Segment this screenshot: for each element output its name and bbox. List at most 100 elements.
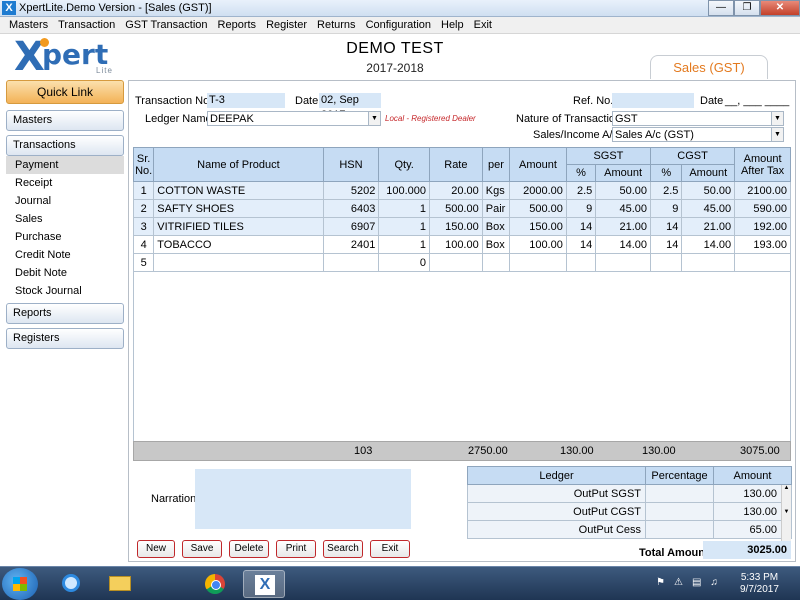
sidebar-masters-label: Masters (13, 114, 53, 126)
col-sgst-amt: Amount (595, 164, 651, 182)
table-row[interactable]: OutPut Cess 65.00 (467, 520, 792, 539)
exit-button[interactable]: Exit (370, 540, 410, 558)
menu-configuration[interactable]: Configuration (361, 19, 436, 31)
cell-rate[interactable]: 20.00 (429, 181, 483, 200)
cell-percentage[interactable] (645, 484, 714, 503)
app-icon: X (2, 1, 16, 15)
sidebar-masters[interactable]: Masters (6, 110, 124, 131)
close-button[interactable]: ✕ (760, 0, 800, 16)
total-after-tax: 3075.00 (740, 445, 780, 457)
cell-cgst-pct: 14 (649, 217, 683, 236)
new-button[interactable]: New (137, 540, 175, 558)
system-clock[interactable]: 5:33 PM 9/7/2017 (740, 572, 779, 596)
cell-rate[interactable]: 100.00 (429, 235, 483, 254)
menu-exit[interactable]: Exit (469, 19, 497, 31)
grid-empty-area[interactable] (133, 269, 791, 441)
taskbar-chrome[interactable] (194, 570, 236, 598)
chevron-down-icon[interactable]: ▼ (771, 128, 783, 141)
cell-product[interactable]: VITRIFIED TILES (153, 217, 324, 236)
sidebar-item-sales[interactable]: Sales (6, 210, 124, 228)
cell-rate[interactable]: 500.00 (429, 199, 483, 218)
menu-transaction[interactable]: Transaction (53, 19, 120, 31)
sidebar-item-purchase[interactable]: Purchase (6, 228, 124, 246)
cell-product[interactable]: SAFTY SHOES (153, 199, 324, 218)
chevron-down-icon[interactable]: ▼ (771, 112, 783, 125)
cell-qty[interactable]: 1 (378, 217, 431, 236)
ledger-scrollbar[interactable]: ▲ ▼ (781, 485, 791, 541)
cell-per[interactable]: Box (481, 235, 511, 254)
ref-no-field[interactable] (612, 93, 694, 108)
cell-per[interactable]: Pair (481, 199, 511, 218)
sidebar-item-receipt[interactable]: Receipt (6, 174, 124, 192)
menu-gst-transaction[interactable]: GST Transaction (120, 19, 212, 31)
cell-sr: 2 (132, 199, 155, 218)
cell-hsn[interactable]: 5202 (322, 181, 380, 200)
search-button[interactable]: Search (323, 540, 363, 558)
sidebar-registers[interactable]: Registers (6, 328, 124, 349)
cell-percentage[interactable] (645, 502, 714, 521)
sales-account-dropdown[interactable]: Sales A/c (GST) ▼ (612, 127, 784, 142)
start-button[interactable] (2, 568, 38, 600)
table-row[interactable]: 2 SAFTY SHOES 6403 1 500.00 Pair 500.00 … (132, 199, 791, 218)
sidebar-item-journal[interactable]: Journal (6, 192, 124, 210)
cell-product[interactable]: COTTON WASTE (153, 181, 324, 200)
cell-ledger-amount[interactable]: 130.00 (713, 484, 792, 503)
sidebar-item-credit-note[interactable]: Credit Note (6, 246, 124, 264)
sidebar-transactions[interactable]: Transactions (6, 135, 124, 156)
sidebar-item-debit-note[interactable]: Debit Note (6, 264, 124, 282)
internet-explorer-icon (62, 574, 80, 592)
sidebar-transactions-label: Transactions (13, 139, 76, 151)
sidebar-item-payment[interactable]: Payment (6, 156, 124, 174)
table-row[interactable]: OutPut SGST 130.00 (467, 484, 792, 503)
transaction-no-field[interactable]: T-3 (207, 93, 285, 108)
cell-qty[interactable]: 1 (378, 235, 431, 254)
chevron-down-icon[interactable]: ▼ (368, 112, 380, 125)
cell-qty[interactable]: 1 (378, 199, 431, 218)
taskbar-file-explorer[interactable] (98, 570, 140, 598)
cell-per[interactable]: Kgs (481, 181, 511, 200)
minimize-button[interactable]: — (708, 0, 734, 16)
cell-percentage[interactable] (645, 520, 714, 539)
date-field[interactable]: 02, Sep 2017 (319, 93, 381, 121)
sidebar-reports[interactable]: Reports (6, 303, 124, 324)
col-after-tax: Amount After Tax (734, 147, 791, 182)
taskbar-xpertlite[interactable]: X (243, 570, 285, 598)
menu-masters[interactable]: Masters (4, 19, 53, 31)
flag-icon[interactable]: ⚑ (656, 577, 665, 588)
cell-qty[interactable]: 100.000 (378, 181, 431, 200)
module-tab-sales-gst[interactable]: Sales (GST) (650, 55, 768, 79)
menu-help[interactable]: Help (436, 19, 469, 31)
narration-input[interactable] (195, 469, 411, 529)
table-row[interactable]: 3 VITRIFIED TILES 6907 1 150.00 Box 150.… (132, 217, 791, 236)
alert-icon[interactable]: ⚠ (674, 577, 683, 588)
menu-returns[interactable]: Returns (312, 19, 361, 31)
cell-product[interactable]: TOBACCO (153, 235, 324, 254)
sidebar-item-stock-journal[interactable]: Stock Journal (6, 282, 124, 300)
taskbar-internet-explorer[interactable] (50, 570, 92, 598)
col-cgst: CGST (649, 147, 736, 165)
cell-ledger-amount[interactable]: 65.00 (713, 520, 792, 539)
volume-icon[interactable]: ♫ (710, 577, 718, 588)
cell-hsn[interactable]: 2401 (322, 235, 380, 254)
cell-hsn[interactable]: 6403 (322, 199, 380, 218)
chrome-icon (205, 574, 225, 594)
save-button[interactable]: Save (182, 540, 222, 558)
restore-button[interactable]: ❐ (734, 0, 760, 16)
sales-account-value: Sales A/c (GST) (615, 129, 694, 141)
table-row[interactable]: 1 COTTON WASTE 5202 100.000 20.00 Kgs 20… (132, 181, 791, 200)
print-button[interactable]: Print (276, 540, 316, 558)
ledger-name-dropdown[interactable]: DEEPAK ▼ (207, 111, 381, 126)
network-icon[interactable]: ▤ (692, 577, 701, 588)
menu-reports[interactable]: Reports (213, 19, 262, 31)
cell-hsn[interactable]: 6907 (322, 217, 380, 236)
menu-register[interactable]: Register (261, 19, 312, 31)
nature-of-transaction-dropdown[interactable]: GST ▼ (612, 111, 784, 126)
col-ledger: Ledger (467, 466, 646, 485)
table-row[interactable]: 4 TOBACCO 2401 1 100.00 Box 100.00 14 14… (132, 235, 791, 254)
cell-ledger-amount[interactable]: 130.00 (713, 502, 792, 521)
ref-date-field[interactable]: __, ___ ____ (725, 95, 789, 107)
table-row[interactable]: OutPut CGST 130.00 (467, 502, 792, 521)
delete-button[interactable]: Delete (229, 540, 269, 558)
cell-per[interactable]: Box (481, 217, 511, 236)
cell-rate[interactable]: 150.00 (429, 217, 483, 236)
